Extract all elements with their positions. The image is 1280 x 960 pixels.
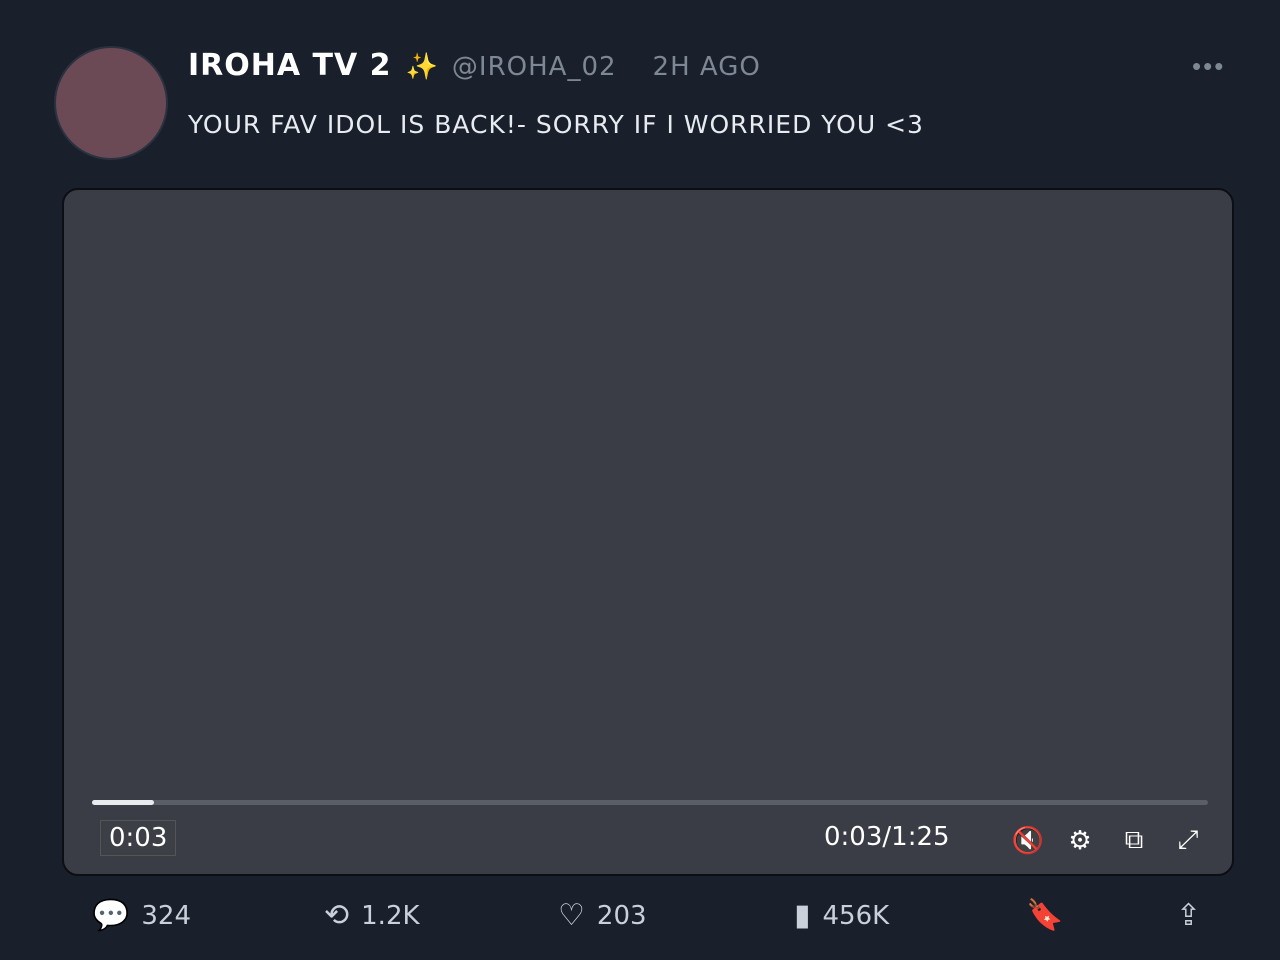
bookmark-button[interactable]: 🔖 (1026, 898, 1063, 933)
bookmark-icon: 🔖 (1026, 898, 1064, 933)
share-icon: ⇪ (1176, 898, 1202, 933)
reply-button[interactable]: 💬 324 (92, 898, 191, 933)
reply-icon: 💬 (92, 898, 130, 933)
repost-count: 1.2K (361, 900, 420, 931)
post-actions: 💬 324 ⟲ 1.2K ♡ 203 ▮ 456K 🔖 ⇪ (0, 898, 1280, 948)
author-handle[interactable]: @IROHA_02 (452, 52, 617, 82)
views-button[interactable]: ▮ 456K (794, 898, 889, 933)
post-text: YOUR FAV IDOL IS BACK!- SORRY IF I WORRI… (188, 110, 924, 139)
video-current-time: 0:03 (100, 820, 177, 856)
like-count: 203 (596, 900, 647, 931)
repost-icon: ⟲ (324, 898, 350, 933)
post-header: IROHA TV 2 ✨ @IROHA_02 2H AGO (188, 48, 761, 83)
post-timestamp[interactable]: 2H AGO (653, 52, 761, 82)
video-progress-fill (92, 800, 155, 805)
video-time-readout: 0:03/1:25 (824, 822, 950, 852)
sparkle-icon: ✨ (405, 52, 438, 82)
pip-icon[interactable]: ⧉ (1114, 820, 1154, 860)
video-progress-bar[interactable] (92, 800, 1208, 805)
share-button[interactable]: ⇪ (1176, 898, 1201, 933)
reply-count: 324 (141, 900, 191, 931)
views-icon: ▮ (794, 898, 811, 933)
video-player[interactable]: 0:03 0:03/1:25 🔇 ⚙ ⧉ ⤢ (62, 188, 1234, 876)
settings-icon[interactable]: ⚙ (1060, 820, 1100, 860)
more-options-icon[interactable]: ••• (1186, 50, 1231, 83)
video-frame-placeholder (64, 190, 1232, 874)
avatar[interactable] (54, 46, 168, 160)
heart-icon: ♡ (558, 898, 585, 933)
author-name[interactable]: IROHA TV 2 (188, 48, 392, 83)
mute-icon[interactable]: 🔇 (1008, 820, 1048, 860)
repost-button[interactable]: ⟲ 1.2K (324, 898, 420, 933)
like-button[interactable]: ♡ 203 (558, 898, 647, 933)
fullscreen-icon[interactable]: ⤢ (1168, 820, 1208, 860)
view-count: 456K (822, 900, 890, 931)
